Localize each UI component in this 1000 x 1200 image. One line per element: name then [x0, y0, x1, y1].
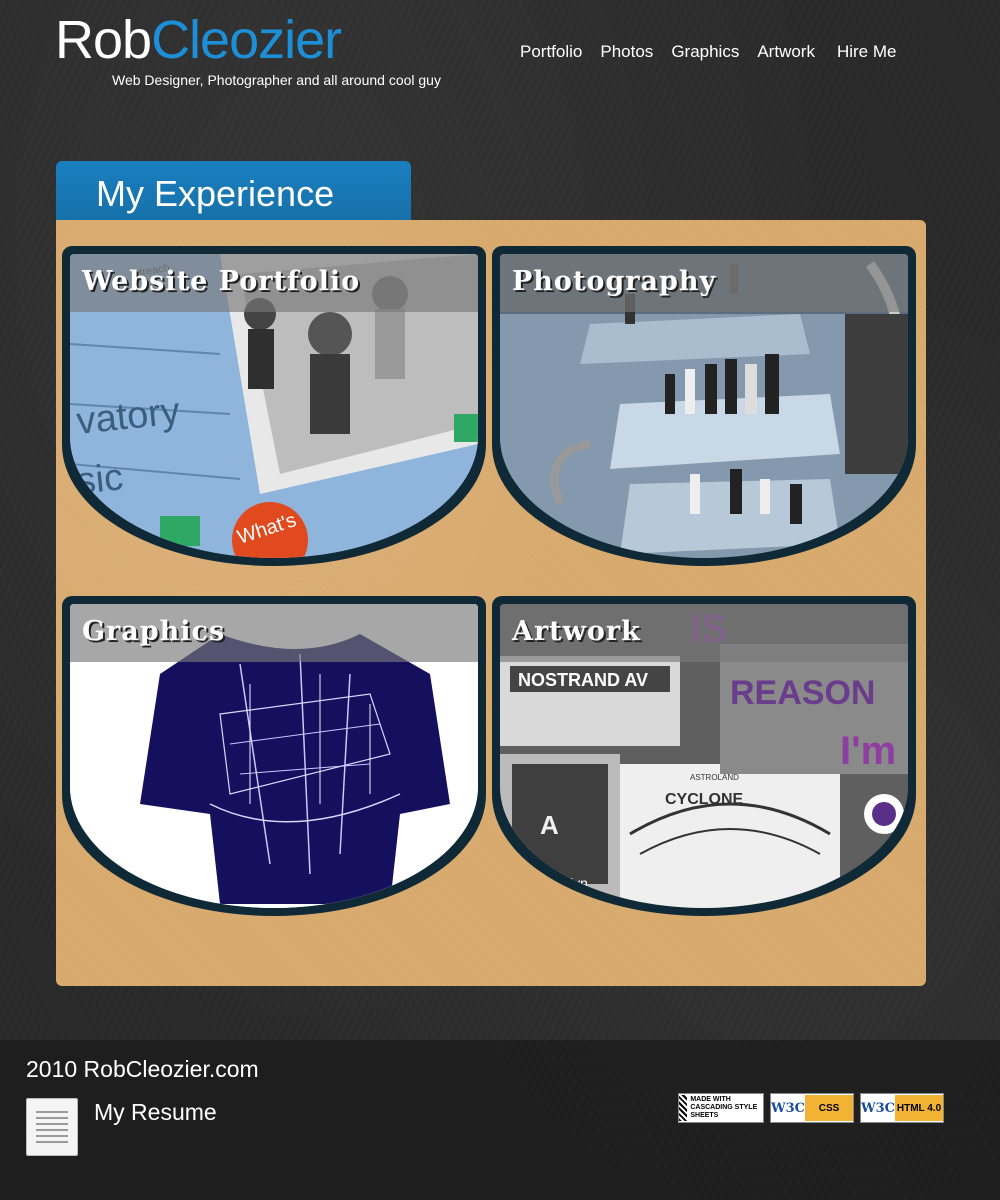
site-footer: 2010 RobCleozier.com My Resume MADE WITH… — [0, 1040, 1000, 1200]
css-made-badge[interactable]: MADE WITH CASCADING STYLE SHEETS — [678, 1093, 764, 1123]
art-text-astroland: ASTROLAND — [690, 773, 739, 782]
card-title-website-portfolio: Website Portfolio — [82, 266, 361, 297]
card-title-artwork: Artwork — [512, 616, 641, 647]
logo-second: Cleozier — [151, 10, 342, 70]
nav-photos[interactable]: Photos — [600, 42, 653, 62]
checker-icon — [679, 1095, 688, 1121]
card-title-graphics: Graphics — [82, 616, 226, 647]
art-text-reason: REASON — [730, 674, 875, 712]
card-image-website: vatory sic What's treach Website Portfol… — [70, 254, 478, 558]
art-text-im: I'm — [840, 729, 896, 773]
nav-hire-me[interactable]: Hire Me — [837, 42, 897, 62]
card-website-portfolio[interactable]: vatory sic What's treach Website Portfol… — [62, 246, 486, 566]
art-text-a: A — [540, 810, 559, 840]
w3c-html-badge[interactable]: W3C HTML 4.0 — [860, 1093, 944, 1123]
w3c-css-badge[interactable]: W3C CSS — [770, 1093, 854, 1123]
section-title: My Experience — [96, 173, 335, 214]
card-graphics[interactable]: Graphics — [62, 596, 486, 916]
main-nav: Portfolio Photos Graphics Artwork Hire M… — [520, 42, 914, 62]
art-text-nostrand: NOSTRAND AV — [518, 670, 648, 690]
nav-portfolio[interactable]: Portfolio — [520, 42, 582, 62]
logo-first: Rob — [55, 10, 152, 70]
art-text-cyclone: CYCLONE — [665, 791, 744, 808]
document-icon — [26, 1098, 78, 1156]
css-made-text: MADE WITH CASCADING STYLE SHEETS — [690, 1096, 758, 1119]
card-image-artwork: NOSTRAND AV A lyn ASTROLAND CYCLONE IS R… — [500, 604, 908, 908]
copyright-text: 2010 RobCleozier.com — [26, 1056, 259, 1082]
validation-badges: MADE WITH CASCADING STYLE SHEETS W3C CSS… — [678, 1093, 944, 1123]
card-image-graphics: Graphics — [70, 604, 478, 908]
w3c-logo: W3C — [771, 1095, 805, 1121]
card-title-photography: Photography — [512, 266, 717, 297]
card-caption: Artwork — [500, 604, 908, 662]
css-badge-label: CSS — [805, 1095, 853, 1121]
w3c-logo: W3C — [861, 1095, 895, 1121]
nav-artwork[interactable]: Artwork — [757, 42, 815, 62]
site-logo[interactable]: RobCleozier — [55, 10, 342, 70]
card-photography[interactable]: Photography — [492, 246, 916, 566]
resume-link[interactable]: My Resume — [26, 1098, 217, 1156]
card-artwork[interactable]: NOSTRAND AV A lyn ASTROLAND CYCLONE IS R… — [492, 596, 916, 916]
section-tab: My Experience — [56, 161, 411, 223]
art-text-lyn: lyn — [570, 875, 588, 891]
nav-graphics[interactable]: Graphics — [671, 42, 739, 62]
site-tagline: Web Designer, Photographer and all aroun… — [112, 72, 441, 88]
card-image-photography: Photography — [500, 254, 908, 558]
resume-label: My Resume — [94, 1098, 217, 1125]
html-badge-label: HTML 4.0 — [895, 1095, 943, 1121]
card-caption: Graphics — [70, 604, 478, 662]
web-text-sic: sic — [75, 456, 126, 503]
card-caption: Website Portfolio — [70, 254, 478, 312]
card-caption: Photography — [500, 254, 908, 312]
